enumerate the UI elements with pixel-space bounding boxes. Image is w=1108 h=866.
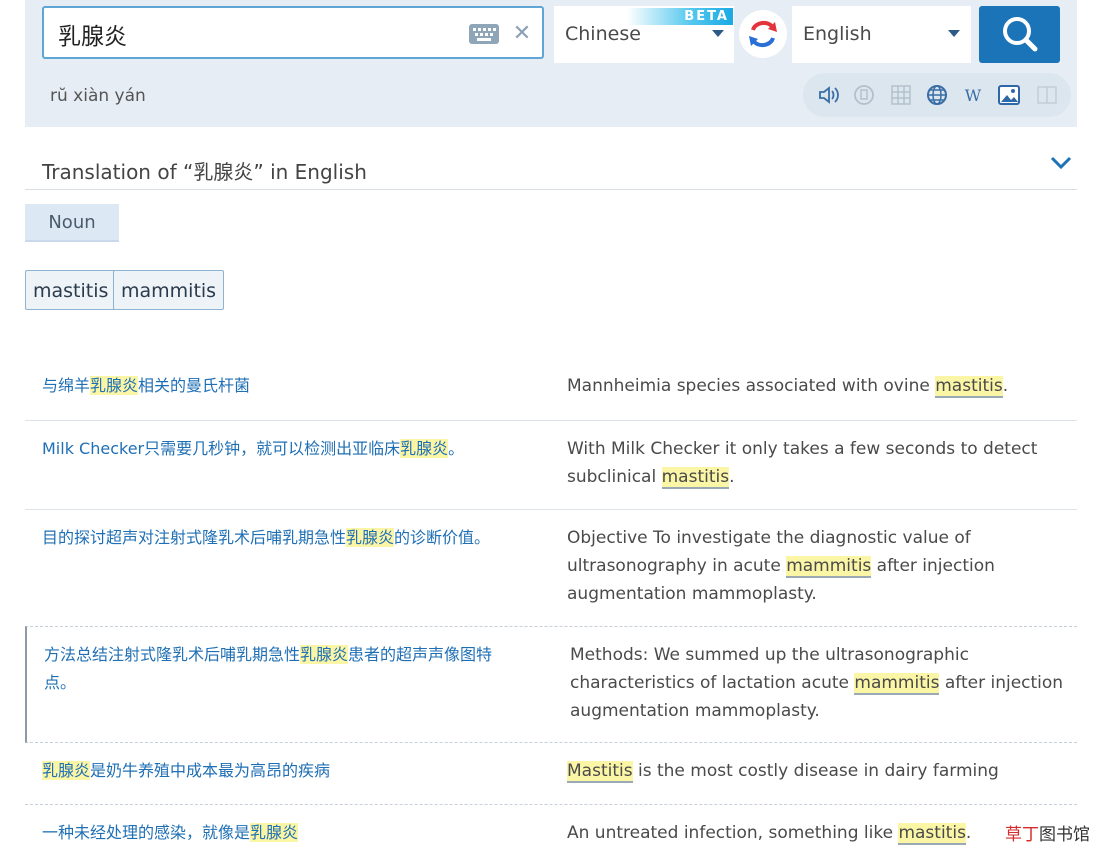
watermark-black: 图书馆 xyxy=(1039,825,1090,845)
example-text: With Milk Checker it only takes a few se… xyxy=(567,439,1038,487)
clear-icon[interactable]: ✕ xyxy=(510,22,534,46)
part-of-speech-tag: Noun xyxy=(25,204,119,242)
search-input[interactable] xyxy=(56,18,460,50)
example-text: 。 xyxy=(448,439,465,458)
highlighted-term: 乳腺炎 xyxy=(300,645,349,664)
example-target: Mannheimia species associated with ovine… xyxy=(567,372,1072,400)
highlighted-term: mammitis xyxy=(786,556,872,578)
highlighted-term: 乳腺炎 xyxy=(250,823,299,842)
example-source: 乳腺炎是奶牛养殖中成本最为高昂的疾病 xyxy=(42,757,522,785)
beta-badge: BETA xyxy=(627,8,733,25)
highlighted-term: 乳腺炎 xyxy=(90,376,139,395)
highlighted-term: Mastitis xyxy=(567,761,633,783)
globe-icon[interactable] xyxy=(925,83,949,107)
example-text: 相关的曼氏杆菌 xyxy=(138,376,251,395)
grid-icon[interactable] xyxy=(889,83,913,107)
highlighted-term: mammitis xyxy=(854,673,940,695)
example-source: 与绵羊乳腺炎相关的曼氏杆菌 xyxy=(42,372,522,400)
example-row[interactable]: 乳腺炎是奶牛养殖中成本最为高昂的疾病 Mastitis is the most … xyxy=(25,743,1077,805)
example-text: 的诊断价值。 xyxy=(394,528,491,547)
wikipedia-icon[interactable]: W xyxy=(961,83,985,107)
translation-header[interactable]: Translation of “乳腺炎” in English xyxy=(25,141,1077,190)
example-text: . xyxy=(1002,376,1009,396)
highlighted-term: 乳腺炎 xyxy=(346,528,395,547)
highlighted-term: mastitis xyxy=(661,467,730,489)
swap-languages-button[interactable] xyxy=(739,10,787,58)
example-text: Mannheimia species associated with ovine xyxy=(567,376,936,396)
chevron-down-icon xyxy=(948,30,960,37)
translation-chip[interactable]: mastitis xyxy=(25,270,117,310)
tool-strip: W xyxy=(803,73,1071,117)
example-text: Milk Checker只需要几秒钟，就可以检测出亚临床 xyxy=(42,439,401,458)
highlighted-term: 乳腺炎 xyxy=(42,761,91,780)
search-icon xyxy=(1003,17,1038,52)
title-suffix: in English xyxy=(263,160,367,184)
example-source: 一种未经处理的感染，就像是乳腺炎 xyxy=(42,819,522,847)
pinyin-text: rŭ xiàn yán xyxy=(50,86,146,106)
search-box[interactable]: ✕ xyxy=(42,6,544,59)
search-panel: ✕ Chinese BETA English rŭ xiàn yán xyxy=(25,0,1077,127)
example-row[interactable]: Milk Checker只需要几秒钟，就可以检测出亚临床乳腺炎。 With Mi… xyxy=(25,421,1077,510)
example-text: 一种未经处理的感染，就像是 xyxy=(42,823,251,842)
title-prefix: Translation of xyxy=(42,160,183,184)
example-target: With Milk Checker it only takes a few se… xyxy=(567,435,1072,491)
svg-text:W: W xyxy=(965,86,982,105)
speaker-icon[interactable] xyxy=(817,83,841,107)
example-row-selected[interactable]: 方法总结注射式隆乳术后哺乳期急性乳腺炎患者的超声声像图特点。 Methods: … xyxy=(25,626,1077,743)
translation-title: Translation of “乳腺炎” in English xyxy=(42,156,367,185)
title-term: 乳腺炎 xyxy=(193,160,254,184)
highlighted-term: mastitis xyxy=(935,376,1003,398)
example-text: . xyxy=(965,823,972,843)
example-target: Methods: We summed up the ultrasonograph… xyxy=(570,641,1075,725)
watermark: 草丁图书馆 xyxy=(1005,820,1090,845)
example-source: Milk Checker只需要几秒钟，就可以检测出亚临床乳腺炎。 xyxy=(42,435,522,463)
title-close-quote: ” xyxy=(253,160,264,184)
example-text: An untreated infection, something like xyxy=(567,823,899,843)
example-source: 方法总结注射式隆乳术后哺乳期急性乳腺炎患者的超声声像图特点。 xyxy=(44,641,524,697)
example-target: Objective To investigate the diagnostic … xyxy=(567,524,1072,608)
highlighted-term: 乳腺炎 xyxy=(400,439,449,458)
search-button[interactable] xyxy=(979,6,1060,63)
target-language-label: English xyxy=(803,23,872,45)
example-text: 目的探讨超声对注射式隆乳术后哺乳期急性 xyxy=(42,528,347,547)
copy-icon[interactable] xyxy=(852,83,876,107)
translation-chip[interactable]: mammitis xyxy=(113,270,225,310)
example-source: 目的探讨超声对注射式隆乳术后哺乳期急性乳腺炎的诊断价值。 xyxy=(42,524,522,552)
example-row[interactable]: 一种未经处理的感染，就像是乳腺炎 An untreated infection,… xyxy=(25,805,1077,866)
title-open-quote: “ xyxy=(182,160,194,184)
example-text: is the most costly disease in dairy farm… xyxy=(632,761,999,781)
example-text: 是奶牛养殖中成本最为高昂的疾病 xyxy=(90,761,331,780)
book-icon[interactable] xyxy=(1035,83,1059,107)
keyboard-icon[interactable] xyxy=(468,23,500,45)
swap-icon xyxy=(749,21,777,47)
image-icon[interactable] xyxy=(997,83,1021,107)
chevron-down-icon xyxy=(712,30,724,37)
chevron-down-icon[interactable] xyxy=(1049,155,1073,171)
example-target: Mastitis is the most costly disease in d… xyxy=(567,757,1072,785)
highlighted-term: mastitis xyxy=(898,823,966,845)
example-row[interactable]: 目的探讨超声对注射式隆乳术后哺乳期急性乳腺炎的诊断价值。 Objective T… xyxy=(25,510,1077,626)
example-text: 方法总结注射式隆乳术后哺乳期急性 xyxy=(44,645,301,664)
example-target: An untreated infection, something like m… xyxy=(567,819,1072,847)
target-language-select[interactable]: English xyxy=(792,6,971,63)
watermark-red: 草丁 xyxy=(1005,825,1039,845)
source-language-label: Chinese xyxy=(565,23,641,45)
example-text: 与绵羊 xyxy=(42,376,91,395)
example-text: . xyxy=(729,467,735,487)
example-row[interactable]: 与绵羊乳腺炎相关的曼氏杆菌 Mannheimia species associa… xyxy=(25,358,1077,421)
